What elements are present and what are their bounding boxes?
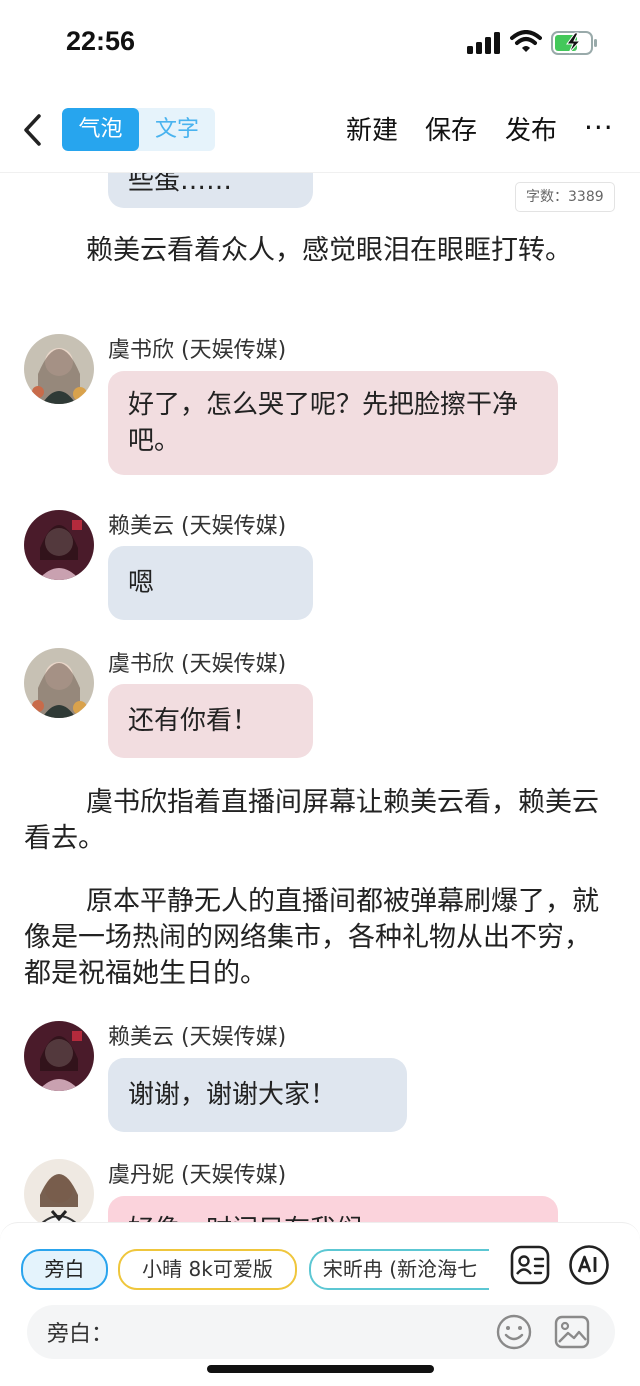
top-nav: 气泡 文字 新建 保存 发布 ··· [0, 100, 640, 160]
wifi-icon [510, 30, 542, 52]
narration-paragraph[interactable]: 虞书欣指着直播间屏幕让赖美云看，赖美云看去。 [24, 785, 599, 857]
input-label: 旁白： [47, 1322, 114, 1347]
avatar[interactable] [24, 1159, 94, 1223]
speaker-name: 赖美云 (天娱传媒) [108, 1025, 287, 1050]
narration-paragraph[interactable]: 原本平静无人的直播间都被弹幕刷爆了，就像是一场热闹的网络集市，各种礼物从出不穷，… [24, 884, 599, 992]
chat-bubble[interactable]: 还有你看！ [108, 684, 313, 758]
speaker-name: 虞书欣 (天娱传媒) [108, 338, 287, 363]
avatar[interactable] [24, 648, 94, 718]
battery-charging-icon [551, 31, 597, 55]
publish-button[interactable]: 发布 [505, 110, 557, 147]
tab-bubble[interactable]: 气泡 [62, 108, 139, 151]
story-content[interactable]: 些蛋…… 字数：3389 赖美云看着众人，感觉眼泪在眼眶打转。 虞书欣 (天娱传… [0, 173, 640, 1223]
contacts-icon[interactable] [509, 1244, 551, 1286]
word-count-badge: 字数：3389 [515, 182, 615, 212]
mode-segment: 气泡 文字 [62, 108, 215, 151]
chat-bubble[interactable]: 嗯 [108, 546, 313, 620]
emoji-icon[interactable] [495, 1313, 533, 1351]
character-chip-narration[interactable]: 旁白 [21, 1249, 108, 1290]
ai-icon[interactable] [568, 1244, 610, 1286]
avatar[interactable] [24, 510, 94, 580]
new-button[interactable]: 新建 [346, 110, 398, 147]
chat-bubble[interactable]: 好了，怎么哭了呢？先把脸擦干净吧。 [108, 371, 558, 475]
compose-panel: 旁白 小晴 8k可爱版 宋昕冉 (新沧海七 旁白： [0, 1222, 640, 1386]
tab-text[interactable]: 文字 [139, 108, 215, 151]
narration-input[interactable]: 旁白： [27, 1305, 615, 1359]
more-icon[interactable]: ··· [584, 114, 614, 142]
speaker-name: 赖美云 (天娱传媒) [108, 514, 287, 539]
narration-paragraph[interactable]: 赖美云看着众人，感觉眼泪在眼眶打转。 [24, 233, 599, 269]
speaker-name: 虞书欣 (天娱传媒) [108, 652, 287, 677]
character-chip[interactable]: 小晴 8k可爱版 [118, 1249, 297, 1290]
chat-bubble[interactable]: 好像一时间只有我们。 [108, 1196, 558, 1223]
save-button[interactable]: 保存 [425, 110, 477, 147]
speaker-name: 虞丹妮 (天娱传媒) [108, 1163, 287, 1188]
image-icon[interactable] [553, 1313, 591, 1351]
character-chip[interactable]: 宋昕冉 (新沧海七 [309, 1249, 489, 1290]
avatar[interactable] [24, 1021, 94, 1091]
status-bar: 22:56 [0, 0, 640, 85]
status-time: 22:56 [66, 26, 136, 56]
home-indicator [207, 1365, 434, 1373]
signal-icon [467, 32, 500, 54]
chat-bubble-cut[interactable]: 些蛋…… [108, 173, 313, 208]
back-chevron-icon[interactable] [18, 110, 48, 150]
chat-bubble[interactable]: 谢谢，谢谢大家！ [108, 1058, 407, 1132]
avatar[interactable] [24, 334, 94, 404]
